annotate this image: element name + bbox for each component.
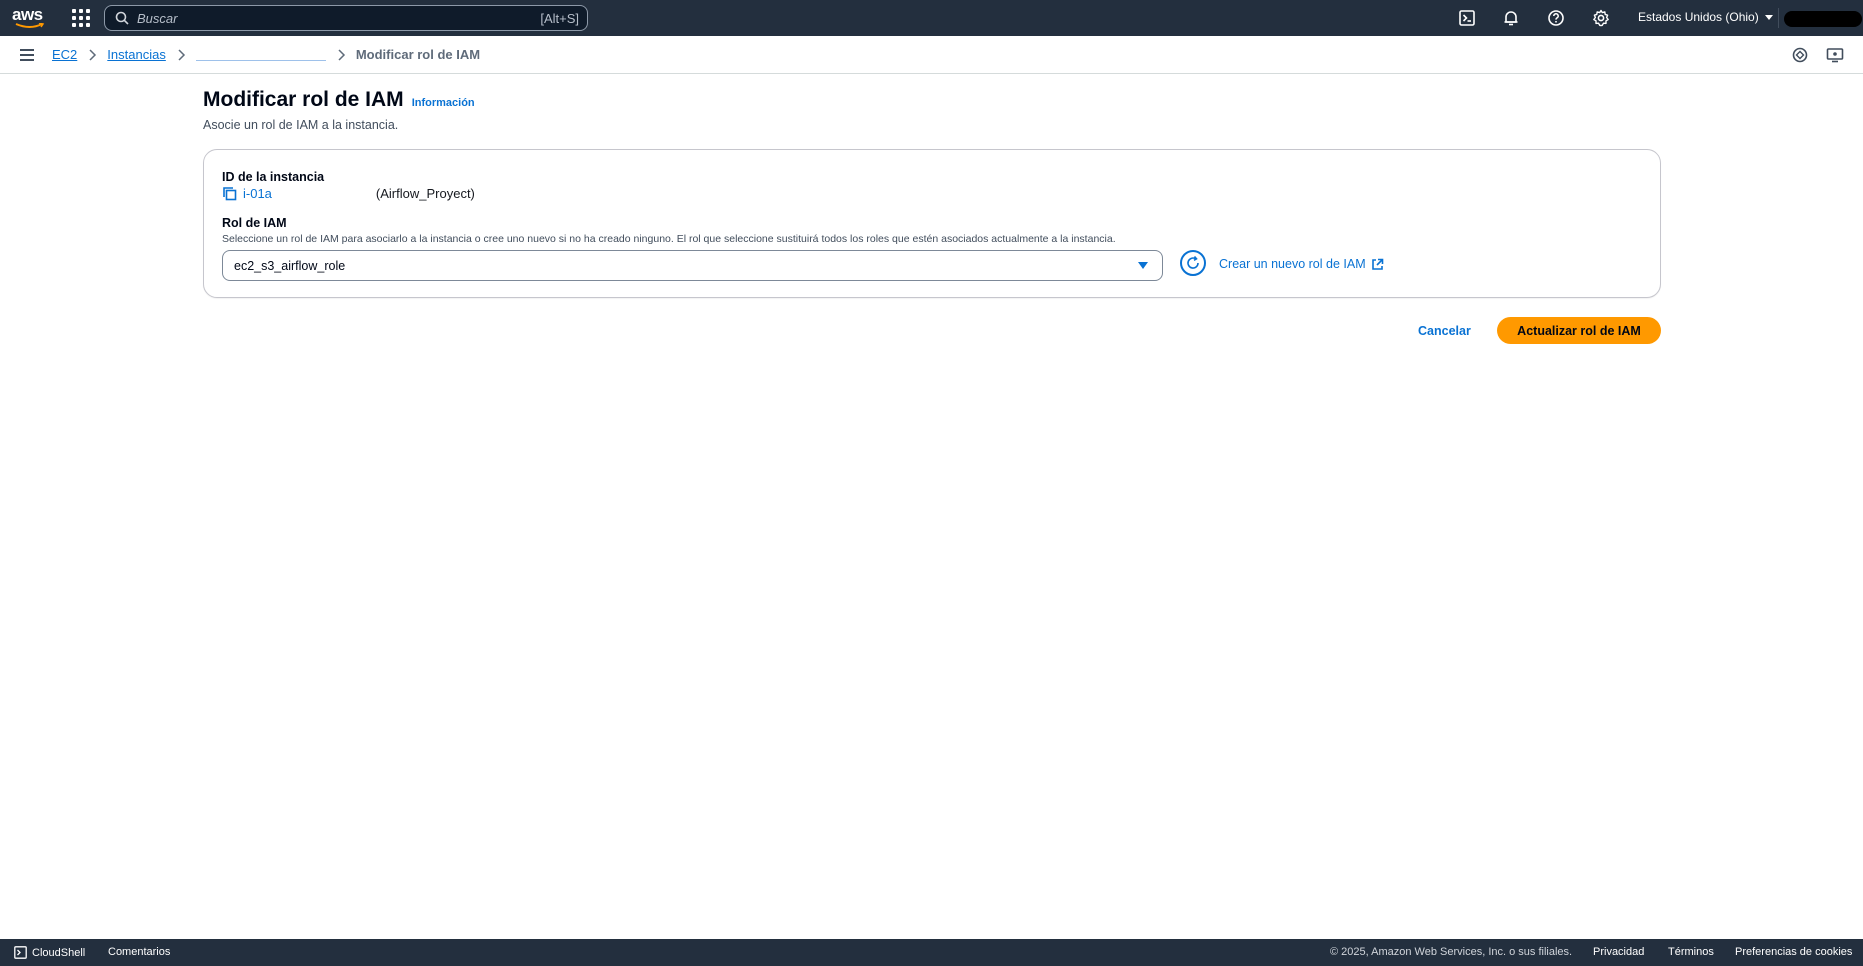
instance-id-label: ID de la instancia [222, 170, 325, 184]
search-placeholder: Buscar [137, 10, 178, 26]
privacy-link[interactable]: Privacidad [1593, 946, 1644, 958]
terms-link[interactable]: Términos [1668, 946, 1714, 958]
create-iam-role-link[interactable]: Crear un nuevo rol de IAM [1219, 257, 1384, 271]
cloudshell-icon[interactable] [1457, 8, 1477, 28]
search-bar[interactable]: Buscar [Alt+S] [104, 5, 588, 31]
nav-divider [1778, 8, 1779, 28]
bell-icon[interactable] [1501, 8, 1521, 28]
iam-role-selected-value: ec2_s3_airflow_role [234, 258, 346, 273]
help-icon[interactable] [1546, 8, 1566, 28]
page-title: Modificar rol de IAM [203, 88, 404, 111]
top-navigation: aws Buscar [Alt+S] Estados Unidos (Ohio) [0, 0, 1863, 36]
breadcrumb-current: Modificar rol de IAM [355, 47, 481, 62]
copy-icon[interactable] [222, 186, 237, 201]
account-menu[interactable] [1784, 11, 1862, 27]
search-icon [115, 11, 129, 25]
instance-id-row: i-01a (Airflow_Proyect) [222, 186, 475, 201]
breadcrumb-bar: EC2 Instancias Modificar rol de IAM [0, 36, 1863, 74]
iam-role-description: Seleccione un rol de IAM para asociarlo … [222, 233, 1116, 245]
iam-role-label: Rol de IAM [222, 216, 287, 230]
recent-activity-icon[interactable] [1791, 46, 1809, 64]
chevron-right-icon [338, 48, 345, 61]
refresh-icon [1187, 255, 1199, 269]
chevron-right-icon [178, 48, 185, 61]
footer: CloudShell Comentarios © 2025, Amazon We… [0, 939, 1863, 966]
page-description: Asocie un rol de IAM a la instancia. [203, 118, 399, 132]
cloudshell-label: CloudShell [32, 946, 86, 959]
page-header: Modificar rol de IAM Información [203, 88, 475, 112]
feedback-link[interactable]: Comentarios [108, 946, 170, 958]
info-link[interactable]: Información [412, 97, 475, 109]
update-iam-role-button[interactable]: Actualizar rol de IAM [1497, 317, 1661, 344]
instance-id-value[interactable]: i-01a [243, 186, 272, 201]
chevron-down-icon [1764, 14, 1773, 20]
caret-down-icon [1138, 262, 1148, 269]
breadcrumb-ec2[interactable]: EC2 [52, 47, 77, 62]
aws-logo[interactable]: aws [12, 6, 48, 30]
chevron-right-icon [89, 48, 97, 61]
breadcrumb-instance-redacted[interactable] [195, 48, 326, 62]
aws-logo-text: aws [12, 5, 43, 24]
breadcrumb: EC2 Instancias Modificar rol de IAM [52, 47, 480, 62]
aws-smile-icon [15, 23, 45, 28]
external-link-icon [1371, 258, 1383, 270]
cancel-button[interactable]: Cancelar [1410, 322, 1479, 340]
cloudshell-icon [14, 946, 27, 959]
refresh-button[interactable] [1180, 250, 1206, 276]
create-iam-role-label: Crear un nuevo rol de IAM [1219, 257, 1366, 271]
search-shortcut: [Alt+S] [540, 10, 579, 26]
breadcrumb-instancias[interactable]: Instancias [107, 47, 166, 62]
display-preferences-icon[interactable] [1826, 46, 1844, 64]
copyright-text: © 2025, Amazon Web Services, Inc. o sus … [1330, 946, 1573, 958]
form-container: ID de la instancia i-01a (Airflow_Proyec… [203, 149, 1661, 298]
iam-role-select[interactable]: ec2_s3_airflow_role [222, 250, 1163, 281]
region-selector[interactable]: Estados Unidos (Ohio) [1638, 10, 1773, 24]
services-menu-icon[interactable] [72, 9, 90, 27]
menu-icon[interactable] [20, 49, 34, 61]
instance-name: (Airflow_Proyect) [375, 186, 475, 201]
gear-icon[interactable] [1591, 8, 1611, 28]
cookie-preferences-link[interactable]: Preferencias de cookies [1735, 946, 1852, 958]
region-label: Estados Unidos (Ohio) [1638, 10, 1759, 24]
cloudshell-button[interactable]: CloudShell [14, 946, 85, 959]
